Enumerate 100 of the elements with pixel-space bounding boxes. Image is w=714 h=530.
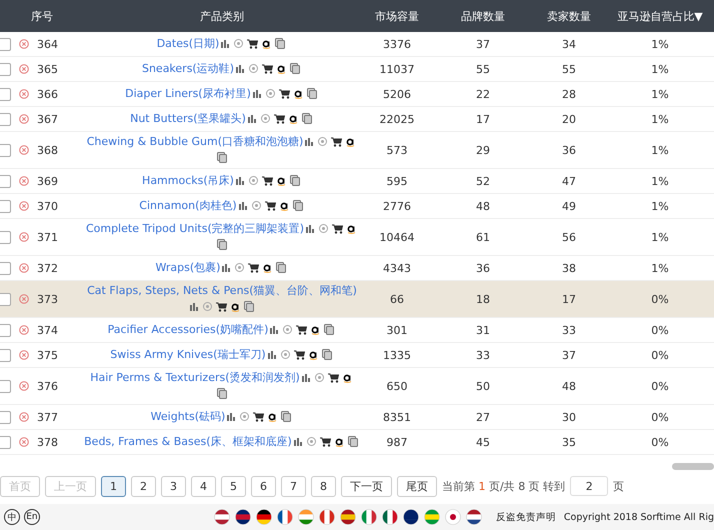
row-checkbox[interactable] xyxy=(0,200,11,212)
flag-icon[interactable] xyxy=(234,509,251,525)
row-checkbox[interactable] xyxy=(0,410,11,424)
flag-icon[interactable] xyxy=(444,509,461,525)
cart-icon[interactable] xyxy=(331,136,342,147)
store-logo-icon[interactable] xyxy=(280,200,289,211)
copy-icon[interactable] xyxy=(275,38,286,50)
copy-icon[interactable] xyxy=(276,262,286,274)
sort-indicator[interactable]: ▼ xyxy=(694,10,703,22)
page-button[interactable]: 8 xyxy=(311,476,336,496)
column-header[interactable]: 卖家数量 xyxy=(532,0,606,32)
category-link[interactable]: Diaper Liners(尿布衬里) xyxy=(125,87,251,100)
bar-chart-icon[interactable] xyxy=(302,374,311,382)
copy-icon[interactable] xyxy=(348,436,358,448)
bar-chart-icon[interactable] xyxy=(236,176,245,185)
bar-chart-icon[interactable] xyxy=(221,40,230,48)
scrollbar-thumb[interactable] xyxy=(672,463,714,470)
cart-icon[interactable] xyxy=(262,64,274,74)
category-link[interactable]: Hair Perms & Texturizers(烫发和润发剂) xyxy=(90,371,300,384)
category-link[interactable]: Cinnamon(肉桂色) xyxy=(139,199,237,212)
row-checkbox[interactable] xyxy=(0,174,11,188)
bar-chart-icon[interactable] xyxy=(238,202,248,210)
category-link[interactable]: Cat Flaps, Steps, Nets & Pens(猫翼、台阶、网和笔) xyxy=(87,284,357,297)
cart-icon[interactable] xyxy=(247,38,258,49)
remove-icon[interactable] xyxy=(19,89,29,99)
row-checkbox[interactable] xyxy=(0,292,11,306)
store-logo-icon[interactable] xyxy=(268,412,278,422)
row-checkbox[interactable] xyxy=(0,348,11,362)
column-header[interactable]: 市场容量 xyxy=(360,0,434,32)
target-icon[interactable] xyxy=(249,64,258,74)
goto-page-field[interactable]: 2 xyxy=(570,476,608,496)
column-header[interactable]: 品牌数量 xyxy=(434,0,532,32)
page-button[interactable]: 4 xyxy=(191,476,216,496)
row-checkbox[interactable] xyxy=(0,324,11,336)
language-button[interactable]: En xyxy=(24,509,40,525)
bar-chart-icon[interactable] xyxy=(305,138,314,146)
flag-icon[interactable] xyxy=(276,509,293,525)
next-page-button[interactable]: 下一页 xyxy=(341,476,392,496)
store-logo-icon[interactable] xyxy=(346,136,356,147)
remove-icon[interactable] xyxy=(19,294,29,304)
remove-icon[interactable] xyxy=(19,350,29,360)
target-icon[interactable] xyxy=(240,412,250,422)
target-icon[interactable] xyxy=(234,39,244,48)
page-button[interactable]: 3 xyxy=(161,476,186,496)
copy-icon[interactable] xyxy=(217,239,227,250)
target-icon[interactable] xyxy=(266,89,275,98)
category-link[interactable]: Nut Butters(坚果罐头) xyxy=(130,112,246,125)
store-logo-icon[interactable] xyxy=(262,38,272,49)
cart-icon[interactable] xyxy=(264,200,276,211)
language-button[interactable]: 中 xyxy=(4,509,20,525)
cart-icon[interactable] xyxy=(248,262,260,273)
category-link[interactable]: Chewing & Bubble Gum(口香糖和泡泡糖) xyxy=(86,135,304,148)
flag-icon[interactable] xyxy=(214,509,230,525)
bar-chart-icon[interactable] xyxy=(252,90,262,98)
category-link[interactable]: Swiss Army Knives(瑞士军刀) xyxy=(110,348,266,361)
cart-icon[interactable] xyxy=(296,324,308,335)
row-checkbox[interactable] xyxy=(0,230,11,244)
row-checkbox[interactable] xyxy=(0,262,11,274)
target-icon[interactable] xyxy=(306,437,316,446)
page-button[interactable]: 6 xyxy=(251,476,276,496)
store-logo-icon[interactable] xyxy=(311,324,320,335)
disclaimer-link[interactable]: 反盗免责声明 xyxy=(496,510,556,524)
target-icon[interactable] xyxy=(318,137,328,146)
store-logo-icon[interactable] xyxy=(288,114,298,124)
cart-icon[interactable] xyxy=(216,302,227,312)
bar-chart-icon[interactable] xyxy=(227,412,236,421)
page-button[interactable]: 2 xyxy=(131,476,156,496)
remove-icon[interactable] xyxy=(19,145,29,155)
category-link[interactable]: Complete Tripod Units(完整的三脚架装置) xyxy=(86,222,304,235)
bar-chart-icon[interactable] xyxy=(268,350,277,359)
bar-chart-icon[interactable] xyxy=(236,64,246,73)
store-logo-icon[interactable] xyxy=(308,350,318,360)
flag-icon[interactable] xyxy=(466,509,482,525)
category-link[interactable]: Wraps(包裹) xyxy=(156,261,220,274)
store-logo-icon[interactable] xyxy=(334,436,344,447)
bar-chart-icon[interactable] xyxy=(294,438,303,446)
category-link[interactable]: Beds, Frames & Bases(床、框架和底座) xyxy=(84,435,292,448)
bar-chart-icon[interactable] xyxy=(190,302,199,311)
row-checkbox[interactable] xyxy=(0,436,11,448)
cart-icon[interactable] xyxy=(320,436,331,447)
target-icon[interactable] xyxy=(260,114,270,124)
remove-icon[interactable] xyxy=(19,64,29,74)
page-button[interactable]: 5 xyxy=(221,476,246,496)
store-logo-icon[interactable] xyxy=(277,64,286,74)
flag-icon[interactable] xyxy=(402,509,419,525)
copy-icon[interactable] xyxy=(302,113,312,124)
category-link[interactable]: Sneakers(运动鞋) xyxy=(142,62,234,75)
cart-icon[interactable] xyxy=(253,412,264,422)
row-checkbox[interactable] xyxy=(0,38,11,50)
cart-icon[interactable] xyxy=(332,224,344,234)
copy-icon[interactable] xyxy=(290,175,300,186)
remove-icon[interactable] xyxy=(19,176,29,186)
copy-icon[interactable] xyxy=(281,411,292,422)
target-icon[interactable] xyxy=(314,373,324,382)
cart-icon[interactable] xyxy=(328,372,339,383)
flag-icon[interactable] xyxy=(382,509,398,525)
category-link[interactable]: Pacifier Accessories(奶嘴配件) xyxy=(108,323,268,336)
row-checkbox[interactable] xyxy=(0,62,11,76)
bar-chart-icon[interactable] xyxy=(222,264,232,272)
remove-icon[interactable] xyxy=(19,263,29,273)
